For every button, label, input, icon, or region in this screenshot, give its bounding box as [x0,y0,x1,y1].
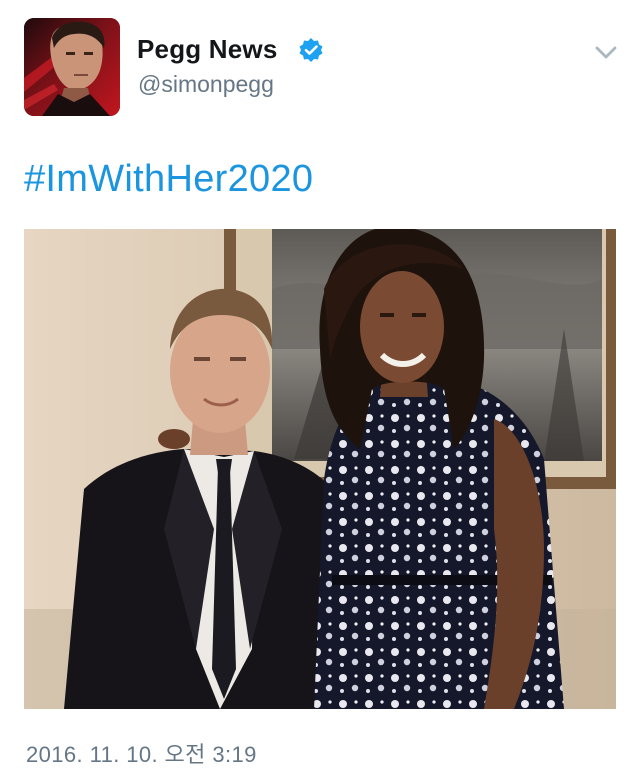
author-handle[interactable]: @simonpegg [138,71,274,98]
author-display-name[interactable]: Pegg News [137,34,278,65]
avatar[interactable] [24,18,120,116]
tweet-hashtag-link[interactable]: #ImWithHer2020 [24,158,313,201]
tweet-photo[interactable] [24,229,616,709]
avatar-image [24,18,120,116]
verified-badge-icon [298,37,324,63]
tweet-card: Pegg News @simonpegg #ImWithHer2020 2016… [0,0,640,781]
chevron-down-icon[interactable] [594,45,618,61]
tweet-timestamp[interactable]: 2016. 11. 10. 오전 3:19 [26,737,257,769]
photo-image [24,229,616,709]
